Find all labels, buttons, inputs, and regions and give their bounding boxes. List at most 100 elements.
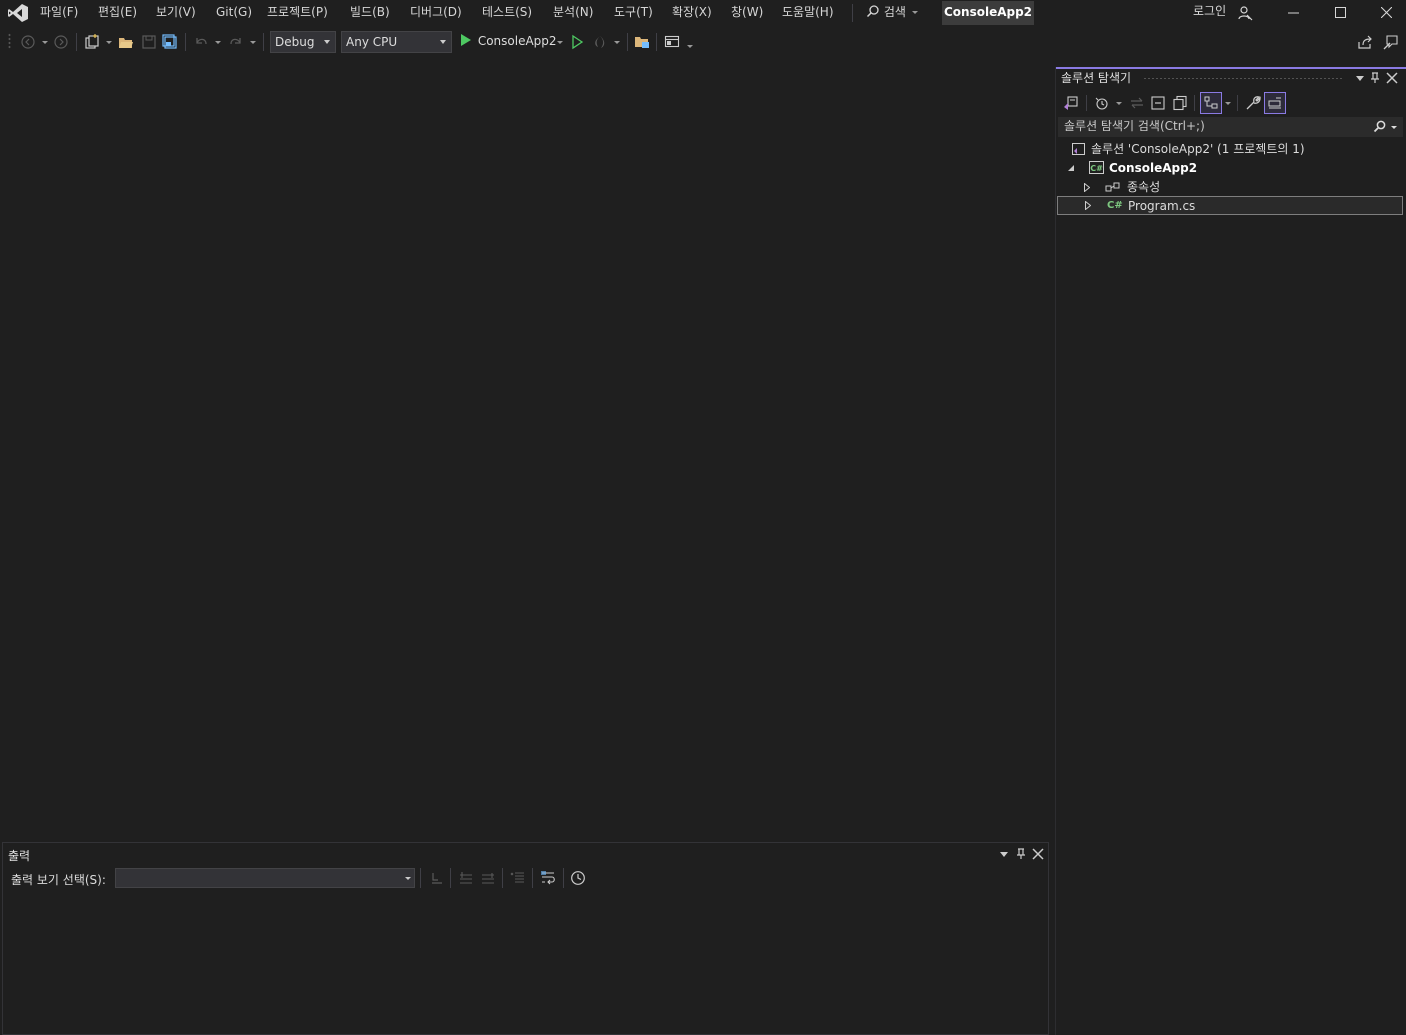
menu-edit[interactable]: 편집(E) bbox=[96, 4, 139, 22]
layout-icon[interactable] bbox=[664, 34, 680, 50]
menu-help[interactable]: 도움말(H) bbox=[780, 4, 836, 22]
undo-icon[interactable] bbox=[193, 34, 209, 50]
new-project-icon[interactable] bbox=[84, 34, 100, 50]
back-icon[interactable] bbox=[20, 34, 36, 50]
solution-platform-dropdown[interactable]: Any CPU bbox=[341, 31, 452, 53]
tree-item-program-cs[interactable]: C# Program.cs bbox=[1057, 196, 1403, 215]
toolbar-separator bbox=[1237, 95, 1238, 111]
run-target-dropdown-icon[interactable] bbox=[557, 41, 563, 44]
toolbar-separator bbox=[263, 33, 264, 51]
next-message-icon[interactable] bbox=[480, 870, 496, 886]
switch-views-button[interactable] bbox=[1200, 92, 1222, 114]
menu-build[interactable]: 빌드(B) bbox=[348, 4, 392, 22]
browse-icon[interactable] bbox=[634, 34, 650, 50]
search-label: 검색 bbox=[883, 5, 906, 19]
sync-icon[interactable] bbox=[1129, 95, 1145, 111]
save-icon[interactable] bbox=[141, 34, 157, 50]
word-wrap-icon[interactable] bbox=[540, 870, 556, 886]
toolbar-separator bbox=[656, 33, 657, 51]
save-all-icon[interactable] bbox=[162, 34, 178, 50]
window-position-dropdown-icon[interactable] bbox=[1000, 852, 1008, 857]
project-name-badge[interactable]: ConsoleApp2 bbox=[942, 1, 1034, 25]
toolbar-separator bbox=[532, 868, 533, 888]
menu-project[interactable]: 프로젝트(P) bbox=[265, 4, 330, 22]
history-dropdown-icon[interactable] bbox=[1116, 102, 1122, 105]
open-folder-icon[interactable] bbox=[118, 34, 134, 50]
menu-debug[interactable]: 디버그(D) bbox=[408, 4, 464, 22]
undo-dropdown-icon[interactable] bbox=[215, 41, 221, 44]
collapse-all-icon[interactable] bbox=[1150, 95, 1166, 111]
search-icon bbox=[866, 5, 879, 18]
clear-all-icon[interactable] bbox=[510, 870, 526, 886]
play-outline-icon[interactable] bbox=[569, 34, 585, 50]
share-icon[interactable] bbox=[1357, 34, 1373, 50]
new-dropdown-icon[interactable] bbox=[106, 41, 112, 44]
search-button[interactable]: 검색 bbox=[866, 3, 918, 23]
start-debugging-button[interactable]: ConsoleApp2 bbox=[458, 31, 557, 53]
home-icon[interactable] bbox=[1063, 95, 1079, 111]
pin-icon[interactable] bbox=[1015, 848, 1027, 860]
toolbar-grip[interactable] bbox=[8, 33, 11, 49]
dropdown-arrow-icon bbox=[440, 40, 446, 44]
tree-item-project[interactable]: C# ConsoleApp2 bbox=[1056, 159, 1405, 178]
output-source-label: 출력 보기 선택(S): bbox=[11, 873, 106, 887]
wrench-icon[interactable] bbox=[1245, 95, 1261, 111]
collapsed-arrow-icon[interactable] bbox=[1084, 183, 1090, 192]
menu-tools[interactable]: 도구(T) bbox=[612, 4, 655, 22]
expanded-arrow-icon[interactable] bbox=[1068, 165, 1075, 172]
feedback-icon[interactable] bbox=[1383, 34, 1399, 50]
menu-test[interactable]: 테스트(S) bbox=[480, 4, 534, 22]
tree-item-dependencies[interactable]: 종속성 bbox=[1056, 178, 1405, 197]
menu-file[interactable]: 파일(F) bbox=[38, 4, 80, 22]
dropdown-arrow-icon bbox=[324, 40, 330, 44]
menu-extensions[interactable]: 확장(X) bbox=[670, 4, 714, 22]
close-window-button[interactable] bbox=[1363, 0, 1406, 26]
solution-search-input[interactable]: 솔루션 탐색기 검색(Ctrl+;) bbox=[1058, 117, 1403, 137]
switch-views-dropdown-icon[interactable] bbox=[1225, 102, 1231, 105]
minimize-button[interactable] bbox=[1271, 0, 1317, 26]
output-source-value bbox=[116, 869, 120, 883]
window-position-dropdown-icon[interactable] bbox=[1356, 76, 1364, 81]
redo-icon[interactable] bbox=[228, 34, 244, 50]
preview-selected-items-button[interactable] bbox=[1264, 92, 1286, 114]
configuration-value: Debug bbox=[275, 35, 315, 49]
maximize-button[interactable] bbox=[1317, 0, 1363, 26]
forward-icon[interactable] bbox=[53, 34, 69, 50]
clock-icon[interactable] bbox=[570, 870, 586, 886]
dropdown-arrow-icon bbox=[911, 11, 918, 14]
toolbar-options-icon[interactable] bbox=[687, 45, 693, 48]
output-panel: 출력 출력 보기 선택(S): bbox=[2, 842, 1049, 1035]
previous-message-icon[interactable] bbox=[458, 870, 474, 886]
solution-configuration-dropdown[interactable]: Debug bbox=[270, 31, 336, 53]
collapsed-arrow-icon[interactable] bbox=[1085, 201, 1091, 210]
history-icon[interactable] bbox=[1094, 95, 1110, 111]
menu-git[interactable]: Git(G) bbox=[214, 4, 254, 22]
search-placeholder: 솔루션 탐색기 검색(Ctrl+;) bbox=[1064, 119, 1205, 133]
hot-reload-icon[interactable] bbox=[592, 34, 608, 50]
person-icon[interactable] bbox=[1237, 5, 1253, 21]
csharp-file-icon: C# bbox=[1107, 200, 1123, 211]
solution-explorer-title: 솔루션 탐색기 bbox=[1061, 71, 1132, 85]
panel-grip[interactable] bbox=[1143, 77, 1343, 80]
close-icon[interactable] bbox=[1032, 848, 1044, 860]
find-message-icon[interactable] bbox=[429, 870, 445, 886]
toolbar-separator bbox=[502, 868, 503, 888]
copy-icon[interactable] bbox=[1172, 95, 1188, 111]
output-text-area[interactable] bbox=[3, 895, 1048, 1034]
menu-view[interactable]: 보기(V) bbox=[154, 4, 198, 22]
back-dropdown-icon[interactable] bbox=[42, 41, 48, 44]
close-icon[interactable] bbox=[1386, 72, 1398, 84]
toolbar-separator bbox=[420, 868, 421, 888]
output-source-dropdown[interactable] bbox=[115, 868, 415, 888]
menu-analyze[interactable]: 분석(N) bbox=[551, 4, 595, 22]
sign-in-link[interactable]: 로그인 bbox=[1193, 3, 1226, 19]
redo-dropdown-icon[interactable] bbox=[250, 41, 256, 44]
toolbar-separator bbox=[1194, 95, 1195, 111]
pin-icon[interactable] bbox=[1369, 72, 1381, 84]
tree-item-solution[interactable]: 솔루션 'ConsoleApp2' (1 프로젝트의 1) bbox=[1056, 140, 1405, 159]
menu-separator bbox=[852, 4, 853, 22]
menu-window[interactable]: 창(W) bbox=[729, 4, 765, 22]
dependencies-label: 종속성 bbox=[1127, 180, 1161, 194]
toolbar-separator bbox=[185, 33, 186, 51]
hot-reload-dropdown-icon[interactable] bbox=[614, 41, 620, 44]
